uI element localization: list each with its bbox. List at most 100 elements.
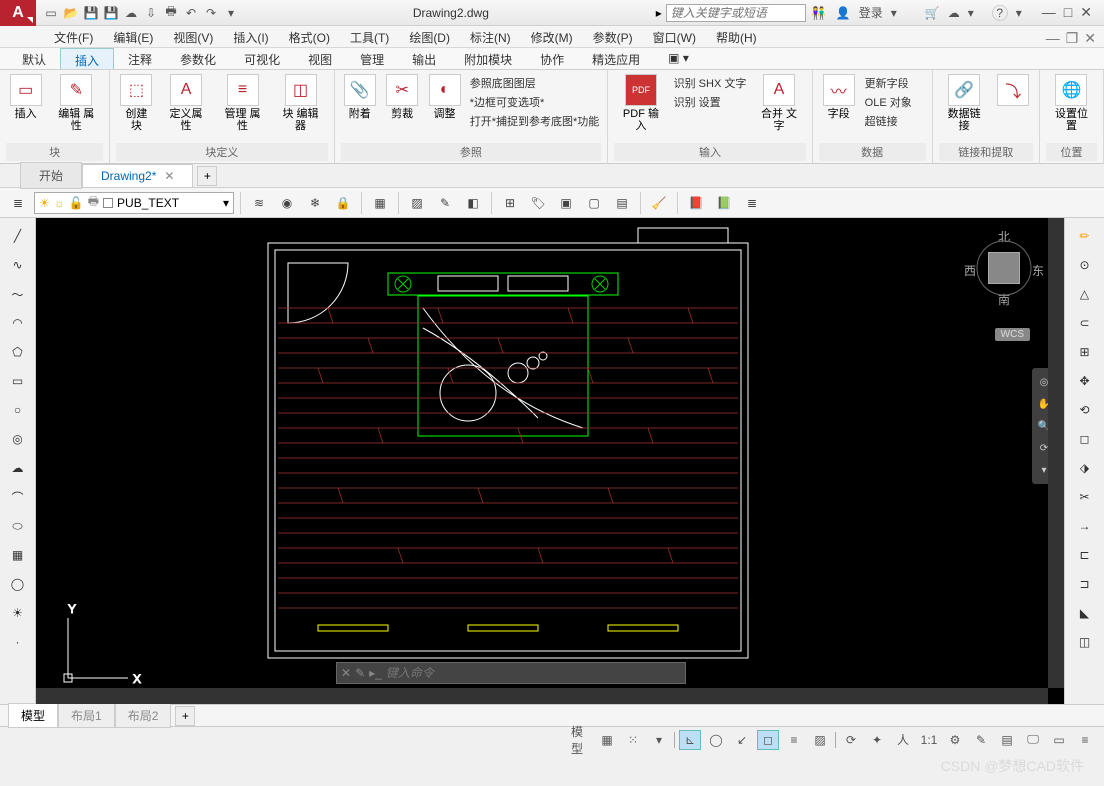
fillet-icon[interactable]: ⊂ bbox=[1071, 309, 1099, 337]
menu-item[interactable]: 编辑(E) bbox=[103, 26, 163, 47]
search-input[interactable] bbox=[666, 4, 806, 22]
menu-item[interactable]: 插入(I) bbox=[223, 26, 278, 47]
offset-icon[interactable]: ⊙ bbox=[1071, 251, 1099, 279]
cloud-icon[interactable]: ☁ bbox=[4, 454, 32, 482]
help-icon[interactable]: ? bbox=[992, 5, 1008, 21]
iso-icon[interactable]: ↙ bbox=[731, 730, 753, 750]
polar-icon[interactable]: ◯ bbox=[705, 730, 727, 750]
hatch-icon[interactable]: ▨ bbox=[405, 191, 429, 215]
tab-layout1[interactable]: 布局1 bbox=[58, 703, 115, 728]
add-layout-button[interactable]: + bbox=[175, 706, 195, 726]
block-editor-button[interactable]: ◫块 编辑器 bbox=[274, 72, 328, 134]
workspace-icon[interactable]: ▤ bbox=[996, 730, 1018, 750]
hatchfill-icon[interactable]: ▦ bbox=[4, 541, 32, 569]
drawing-canvas[interactable]: Y X 北 南 西 东 WCS ◎ ✋ 🔍 ⟳ ▾ ✕ ✎ ▸_ bbox=[36, 218, 1064, 704]
tab-model[interactable]: 模型 bbox=[8, 703, 58, 728]
gradient-icon[interactable]: ◧ bbox=[461, 191, 485, 215]
osnap-icon[interactable]: ◻ bbox=[757, 730, 779, 750]
undo-icon[interactable]: ↶ bbox=[182, 4, 200, 22]
wcs-badge[interactable]: WCS bbox=[995, 328, 1030, 341]
group-icon[interactable]: ▣ bbox=[554, 191, 578, 215]
move-icon[interactable]: ✥ bbox=[1071, 367, 1099, 395]
close-icon[interactable]: ✕ bbox=[1080, 4, 1092, 21]
tab-layout2[interactable]: 布局2 bbox=[115, 703, 172, 728]
cloud-down-icon[interactable]: ⇩ bbox=[142, 4, 160, 22]
layers-icon[interactable]: ≣ bbox=[740, 191, 764, 215]
ribbon-tab[interactable]: 精选应用 bbox=[578, 48, 654, 69]
field-button[interactable]: 〰字段 bbox=[819, 72, 859, 122]
ribbon-tab[interactable]: 参数化 bbox=[166, 48, 230, 69]
menu-item[interactable]: 格式(O) bbox=[279, 26, 340, 47]
lineweight-icon[interactable]: ≡ bbox=[783, 730, 805, 750]
minimize-icon[interactable]: — bbox=[1042, 4, 1056, 21]
stretch-icon[interactable]: ⬗ bbox=[1071, 454, 1099, 482]
cmd-config-icon[interactable]: ✎ bbox=[355, 666, 365, 680]
menu-item[interactable]: 修改(M) bbox=[521, 26, 583, 47]
adjust-button[interactable]: ◐调整 bbox=[425, 72, 463, 122]
layer-lock-icon[interactable]: 🔒 bbox=[331, 191, 355, 215]
ribbon-expand[interactable]: ▣ ▾ bbox=[654, 48, 703, 69]
chamfer-icon[interactable]: ◣ bbox=[1071, 599, 1099, 627]
clean-icon[interactable]: ▭ bbox=[1048, 730, 1070, 750]
scale-icon[interactable]: ◻ bbox=[1071, 425, 1099, 453]
menu-item[interactable]: 工具(T) bbox=[340, 26, 399, 47]
grid-icon[interactable]: ▦ bbox=[596, 730, 618, 750]
menu-item[interactable]: 标注(N) bbox=[460, 26, 521, 47]
recognize-settings-item[interactable]: 识别 设置 bbox=[672, 93, 749, 111]
menu-item[interactable]: 视图(V) bbox=[163, 26, 223, 47]
save-icon[interactable]: 💾 bbox=[82, 4, 100, 22]
underlay-layers-item[interactable]: 参照底图图层 bbox=[468, 74, 602, 92]
clip-button[interactable]: ✂剪裁 bbox=[383, 72, 421, 122]
cart-icon[interactable]: 🛒 bbox=[925, 6, 940, 20]
ole-object-item[interactable]: OLE 对象 bbox=[863, 93, 914, 111]
close-icon[interactable]: ✕ bbox=[164, 169, 174, 183]
insert-block-button[interactable]: ▭插入 bbox=[6, 72, 45, 122]
frame-option-item[interactable]: *边框可变选项* bbox=[468, 93, 602, 111]
qat-more-icon[interactable]: ▾ bbox=[222, 4, 240, 22]
infer-icon[interactable]: ▾ bbox=[648, 730, 670, 750]
spline-icon[interactable]: 〜 bbox=[4, 280, 32, 308]
3dosnap-icon[interactable]: ✦ bbox=[866, 730, 888, 750]
add-doctab-button[interactable]: + bbox=[197, 166, 217, 186]
attach-button[interactable]: 📎附着 bbox=[341, 72, 379, 122]
print-icon[interactable]: 🖶 bbox=[162, 4, 180, 22]
maximize-icon[interactable]: □ bbox=[1064, 4, 1072, 21]
edit-hatch-icon[interactable]: ✎ bbox=[433, 191, 457, 215]
snap-underlay-item[interactable]: 打开*捕捉到参考底图*功能 bbox=[468, 112, 602, 130]
data-link-button[interactable]: 🔗数据链接 bbox=[939, 72, 990, 134]
hyperlink-item[interactable]: 超链接 bbox=[863, 112, 914, 130]
recognize-shx-item[interactable]: 识别 SHX 文字 bbox=[672, 74, 749, 92]
extract-button[interactable]: ⤵ bbox=[994, 72, 1033, 108]
layer-state-icon[interactable]: ≋ bbox=[247, 191, 271, 215]
ungroup-icon[interactable]: ▢ bbox=[582, 191, 606, 215]
command-line[interactable]: ✕ ✎ ▸_ bbox=[336, 662, 686, 684]
transparency-icon[interactable]: ▨ bbox=[809, 730, 831, 750]
sb-model-button[interactable]: 模型 bbox=[570, 730, 592, 750]
ellipse-icon[interactable]: ⬭ bbox=[4, 512, 32, 540]
scrollbar-horizontal[interactable] bbox=[36, 688, 1048, 704]
scrollbar-vertical[interactable] bbox=[1048, 218, 1064, 688]
redo-icon[interactable]: ↷ bbox=[202, 4, 220, 22]
ribbon-tab[interactable]: 管理 bbox=[346, 48, 398, 69]
book1-icon[interactable]: 📕 bbox=[684, 191, 708, 215]
search-detail-icon[interactable]: 👫 bbox=[810, 4, 828, 22]
edit-attr-button[interactable]: ✎编辑 属性 bbox=[49, 72, 103, 134]
merge-text-button[interactable]: A合并 文字 bbox=[752, 72, 805, 134]
book2-icon[interactable]: 📗 bbox=[712, 191, 736, 215]
snap-icon[interactable]: ⁙ bbox=[622, 730, 644, 750]
pdf-import-button[interactable]: PDFPDF 输入 bbox=[614, 72, 667, 134]
command-input[interactable] bbox=[386, 666, 681, 680]
menu-item[interactable]: 参数(P) bbox=[583, 26, 643, 47]
ribbon-tab[interactable]: 输出 bbox=[398, 48, 450, 69]
update-field-item[interactable]: 更新字段 bbox=[863, 74, 914, 92]
create-block-button[interactable]: ⬚创建块 bbox=[116, 72, 156, 134]
manage-attr-button[interactable]: ≡管理 属性 bbox=[216, 72, 270, 134]
sun-tool-icon[interactable]: ☀ bbox=[4, 599, 32, 627]
point-icon[interactable]: · bbox=[4, 628, 32, 656]
menu-item[interactable]: 窗口(W) bbox=[643, 26, 706, 47]
doctab-start[interactable]: 开始 bbox=[20, 162, 82, 189]
menu-item[interactable]: 帮助(H) bbox=[706, 26, 767, 47]
join-icon[interactable]: ⊐ bbox=[1071, 570, 1099, 598]
customize-icon[interactable]: ≡ bbox=[1074, 730, 1096, 750]
set-location-button[interactable]: 🌐设置位置 bbox=[1046, 72, 1097, 134]
